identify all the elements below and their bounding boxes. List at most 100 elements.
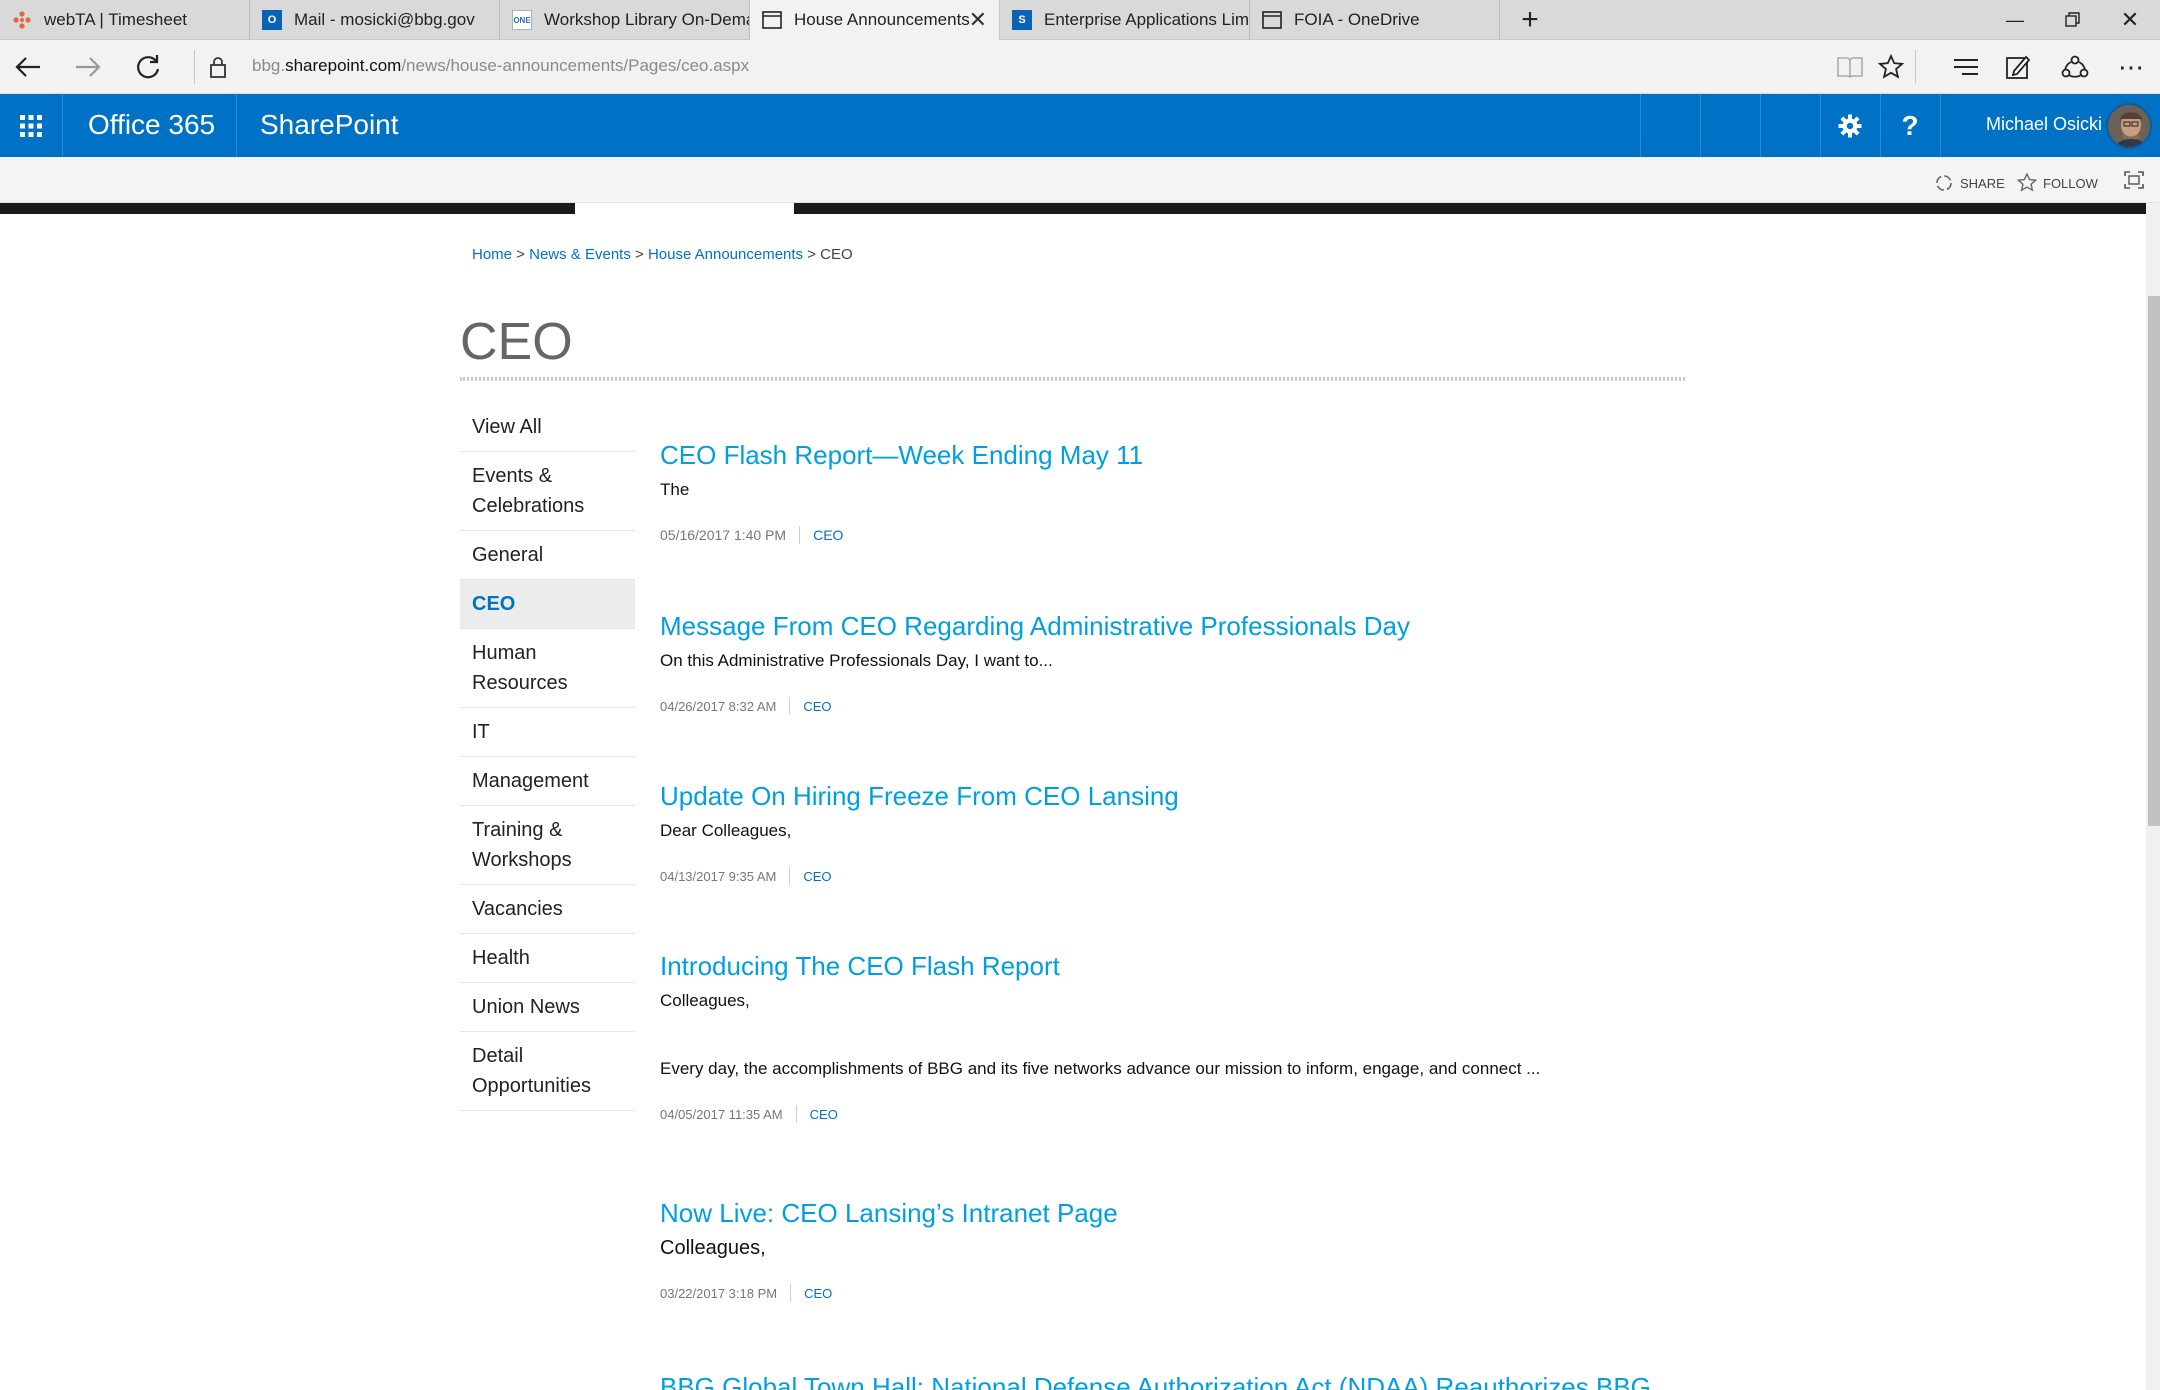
nav-item-human-resources[interactable]: Human Resources — [460, 629, 635, 708]
page-title: CEO — [460, 313, 573, 371]
breadcrumb: Home > News & Events > House Announcemen… — [472, 246, 853, 263]
new-tab-icon[interactable]: + — [1500, 0, 1560, 40]
page-ribbon: SHARE FOLLOW — [0, 157, 2160, 203]
article-category-link[interactable]: CEO — [803, 869, 831, 884]
article-meta: 04/05/2017 11:35 AM CEO — [660, 1105, 1720, 1123]
breadcrumb-separator: > — [630, 246, 648, 263]
lock-icon — [198, 47, 238, 87]
article-date: 04/13/2017 9:35 AM — [660, 868, 777, 884]
more-icon[interactable]: ⋯ — [2112, 47, 2152, 87]
article-category-link[interactable]: CEO — [810, 1107, 838, 1122]
article-title-link[interactable]: Message From CEO Regarding Administrativ… — [660, 609, 1720, 643]
tab-title: Workshop Library On-Dema — [544, 10, 750, 29]
title-divider — [460, 377, 1685, 381]
close-window-icon[interactable]: ✕ — [2100, 0, 2160, 40]
browser-tab-active[interactable]: House Announcements ✕ — [750, 0, 1000, 40]
article-meta: 04/13/2017 9:35 AM CEO — [660, 867, 1720, 885]
one-icon: ONE — [512, 10, 532, 30]
divider — [1915, 50, 1916, 84]
scrollbar-thumb[interactable] — [2148, 296, 2160, 826]
article-item: Message From CEO Regarding Administrativ… — [660, 609, 1720, 715]
share-button[interactable]: SHARE — [1934, 173, 2005, 193]
breadcrumb-news-events[interactable]: News & Events — [529, 246, 631, 263]
nav-item-view-all[interactable]: View All — [460, 403, 635, 452]
breadcrumb-house-announcements[interactable]: House Announcements — [648, 246, 803, 263]
reading-view-icon[interactable] — [1830, 47, 1870, 87]
office365-link[interactable]: Office 365 — [88, 109, 215, 141]
article-title-link[interactable]: Update On Hiring Freeze From CEO Lansing — [660, 779, 1720, 813]
web-note-icon[interactable] — [1998, 47, 2038, 87]
help-icon[interactable]: ? — [1880, 94, 1940, 157]
divider — [789, 697, 791, 715]
divider — [194, 50, 195, 84]
nav-item-health[interactable]: Health — [460, 934, 635, 983]
article-title-link[interactable]: BBG Global Town Hall: National Defense A… — [660, 1370, 1720, 1390]
nav-item-general[interactable]: General — [460, 531, 635, 580]
sharepoint-icon: S — [1012, 10, 1032, 30]
article-item: Now Live: CEO Lansing’s Intranet Page Co… — [660, 1196, 1720, 1302]
article-title-link[interactable]: Introducing The CEO Flash Report — [660, 949, 1720, 983]
page-icon — [1262, 10, 1282, 30]
article-meta: 05/16/2017 1:40 PM CEO — [660, 526, 1720, 544]
app-launcher-icon[interactable] — [0, 94, 62, 157]
article-category-link[interactable]: CEO — [804, 1286, 832, 1301]
article-meta: 04/26/2017 8:32 AM CEO — [660, 697, 1720, 715]
nav-item-training-workshops[interactable]: Training & Workshops — [460, 806, 635, 885]
tab-title: webTA | Timesheet — [44, 10, 187, 29]
strip-segment — [0, 203, 575, 214]
back-icon[interactable] — [8, 47, 48, 87]
sharepoint-link[interactable]: SharePoint — [260, 109, 399, 141]
avatar[interactable] — [2106, 103, 2152, 149]
browser-tab[interactable]: S Enterprise Applications Limi — [1000, 0, 1250, 40]
browser-tab[interactable]: ONE Workshop Library On-Dema — [500, 0, 750, 40]
article-excerpt: Colleagues, — [660, 991, 750, 1010]
article-category-link[interactable]: CEO — [803, 699, 831, 714]
share-icon[interactable] — [2055, 47, 2095, 87]
settings-gear-icon[interactable] — [1820, 94, 1880, 157]
nav-item-vacancies[interactable]: Vacancies — [460, 885, 635, 934]
divider — [1760, 94, 1761, 157]
article-excerpt: Dear Colleagues, — [660, 821, 792, 840]
restore-icon[interactable] — [2043, 0, 2103, 40]
forward-icon[interactable] — [68, 47, 108, 87]
divider — [790, 1284, 792, 1302]
focus-mode-icon[interactable] — [2124, 171, 2144, 189]
article-date: 05/16/2017 1:40 PM — [660, 527, 787, 543]
refresh-icon[interactable] — [128, 47, 168, 87]
article-title-link[interactable]: Now Live: CEO Lansing’s Intranet Page — [660, 1196, 1720, 1230]
nav-item-events-celebrations[interactable]: Events & Celebrations — [460, 452, 635, 531]
article-item: Introducing The CEO Flash Report Colleag… — [660, 949, 1720, 1123]
nav-item-management[interactable]: Management — [460, 757, 635, 806]
breadcrumb-separator: > — [512, 246, 530, 263]
outlook-icon: O — [262, 10, 282, 30]
browser-tab[interactable]: FOIA - OneDrive — [1250, 0, 1500, 40]
tab-title: FOIA - OneDrive — [1294, 10, 1420, 29]
article-excerpt: Every day, the accomplishments of BBG an… — [660, 1059, 1541, 1078]
nav-item-detail-opportunities[interactable]: Detail Opportunities — [460, 1032, 635, 1111]
strip-segment — [794, 203, 2148, 214]
breadcrumb-home[interactable]: Home — [472, 246, 512, 263]
browser-tab[interactable]: webTA | Timesheet — [0, 0, 250, 40]
close-tab-icon[interactable]: ✕ — [969, 9, 987, 31]
tab-title: House Announcements — [794, 10, 970, 29]
url-field[interactable]: bbg.sharepoint.com/news/house-announceme… — [252, 56, 749, 76]
nav-item-it[interactable]: IT — [460, 708, 635, 757]
divider — [1940, 94, 1941, 157]
follow-button[interactable]: FOLLOW — [2017, 173, 2098, 193]
share-label: SHARE — [1960, 175, 2005, 191]
browser-tab[interactable]: O Mail - mosicki@bbg.gov — [250, 0, 500, 40]
tab-title: Mail - mosicki@bbg.gov — [294, 10, 475, 29]
divider — [795, 1105, 797, 1123]
minimize-icon[interactable]: — — [1985, 0, 2045, 40]
nav-item-union-news[interactable]: Union News — [460, 983, 635, 1032]
divider — [236, 94, 237, 157]
nav-item-ceo[interactable]: CEO — [460, 580, 635, 629]
hub-icon[interactable] — [1946, 47, 1986, 87]
article-title-link[interactable]: CEO Flash Report—Week Ending May 11 — [660, 438, 1720, 472]
user-name[interactable]: Michael Osicki — [1986, 114, 2102, 135]
favorite-star-icon[interactable] — [1871, 47, 1911, 87]
address-bar: bbg.sharepoint.com/news/house-announceme… — [0, 40, 2160, 94]
article-category-link[interactable]: CEO — [813, 527, 843, 543]
article-item: CEO Flash Report—Week Ending May 11 The … — [660, 438, 1720, 544]
header-strip — [0, 203, 2148, 214]
